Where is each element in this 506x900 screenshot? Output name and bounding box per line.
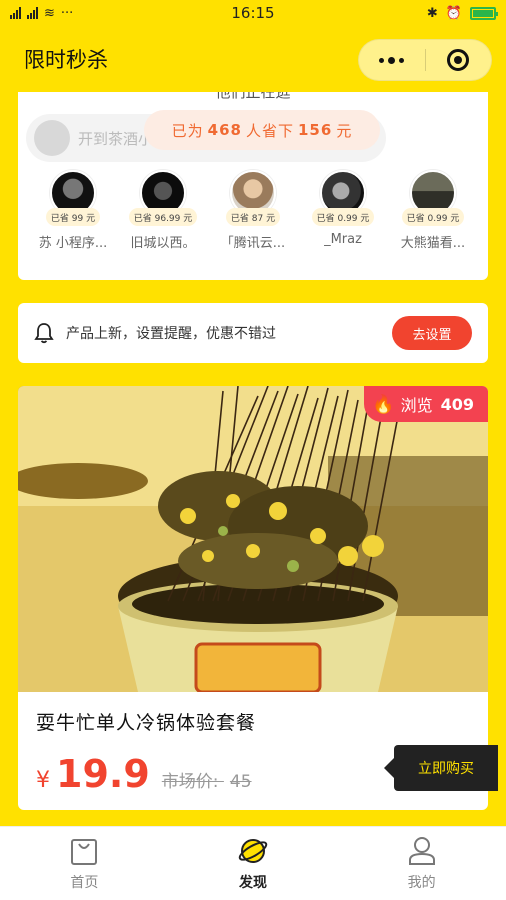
views-label: 浏览 bbox=[400, 396, 433, 415]
tab-label: 我的 bbox=[407, 874, 436, 891]
tab-discover[interactable]: 发现 bbox=[169, 827, 338, 900]
user-name: 旧城以西。 bbox=[130, 236, 196, 251]
mini-program-capsule bbox=[358, 39, 492, 81]
user-savings-badge: 已省 96.99 元 bbox=[128, 208, 198, 226]
bluetooth-icon: ✱ bbox=[426, 5, 438, 21]
status-right: ✱ ⏰ bbox=[316, 5, 498, 21]
planet-icon bbox=[238, 838, 268, 863]
user-savings-badge: 已省 0.99 元 bbox=[401, 208, 465, 226]
status-time: 16:15 bbox=[231, 4, 275, 22]
tab-label: 发现 bbox=[239, 874, 267, 891]
more-dots-icon bbox=[379, 56, 405, 64]
market-price: 市场价: 45 bbox=[162, 767, 252, 792]
more-status-icon: ··· bbox=[60, 5, 74, 21]
bag-icon bbox=[71, 838, 98, 865]
fire-icon: 🔥 bbox=[372, 393, 395, 415]
tab-mine[interactable]: 我的 bbox=[337, 827, 506, 900]
users-row: 已省 99 元 苏 小程序... 已省 96.99 元 旧城以西。 已省 87 … bbox=[28, 170, 478, 251]
price-row: ¥ 19.9 市场价: 45 bbox=[36, 752, 252, 796]
user-savings-badge: 已省 99 元 bbox=[45, 208, 101, 226]
savings-count: 468 bbox=[207, 121, 242, 139]
savings-prefix: 已为 bbox=[171, 121, 204, 140]
ticker-avatar bbox=[34, 120, 70, 156]
user-item[interactable]: 已省 96.99 元 旧城以西。 bbox=[118, 170, 208, 251]
market-price-label: 市场价: bbox=[161, 772, 219, 792]
close-mini-program-button[interactable] bbox=[426, 40, 492, 80]
set-reminder-button[interactable]: 去设置 bbox=[392, 316, 472, 350]
product-image[interactable]: 🔥 浏览 409 bbox=[18, 386, 488, 692]
user-icon bbox=[408, 836, 435, 865]
nav-bar: 限时秒杀 bbox=[0, 26, 506, 92]
bell-icon bbox=[34, 323, 54, 344]
user-name: 苏 小程序... bbox=[38, 236, 108, 251]
tab-home[interactable]: 首页 bbox=[0, 827, 169, 900]
section-heading: 他们正在逛 bbox=[215, 92, 291, 101]
user-item[interactable]: 已省 0.99 元 _Mraz bbox=[298, 170, 388, 251]
battery-icon bbox=[470, 6, 498, 20]
user-item[interactable]: 已省 0.99 元 大熊猫看... bbox=[388, 170, 478, 251]
signal-icon bbox=[10, 7, 21, 19]
wifi-icon: ≋ bbox=[44, 5, 55, 21]
price-value: 19.9 bbox=[56, 752, 150, 796]
user-savings-badge: 已省 87 元 bbox=[225, 208, 281, 226]
user-name: 大熊猫看... bbox=[400, 236, 466, 251]
savings-summary: 已为 468 人省下 156 元 bbox=[144, 110, 380, 150]
savings-amount: 156 bbox=[298, 121, 333, 139]
price-currency: ¥ bbox=[36, 768, 50, 793]
reminder-text: 产品上新，设置提醒，优惠不错过 bbox=[66, 326, 276, 342]
tab-bar: 首页 发现 我的 bbox=[0, 826, 506, 900]
hotpot-illustration bbox=[18, 386, 488, 692]
status-left: ≋ ··· bbox=[10, 6, 190, 21]
savings-suffix: 元 bbox=[336, 121, 353, 140]
market-price-value: 45 bbox=[229, 772, 252, 792]
tab-label: 首页 bbox=[70, 874, 99, 891]
target-close-icon bbox=[447, 49, 470, 71]
user-savings-badge: 已省 0.99 元 bbox=[311, 208, 375, 226]
views-badge: 🔥 浏览 409 bbox=[364, 386, 488, 422]
user-name: _Mraz bbox=[324, 232, 362, 247]
user-name: 「腾讯云... bbox=[220, 236, 286, 251]
buy-now-button[interactable]: 立即购买 bbox=[384, 745, 498, 791]
product-title[interactable]: 耍牛忙单人冷锅体验套餐 bbox=[36, 708, 256, 735]
user-item[interactable]: 已省 99 元 苏 小程序... bbox=[28, 170, 118, 251]
more-menu-button[interactable] bbox=[359, 40, 425, 80]
views-count: 409 bbox=[440, 394, 474, 414]
savings-middle: 人省下 bbox=[245, 121, 294, 140]
recent-users-card: 他们正在逛 开到茶酒小... 已为 468 人省下 156 元 已省 99 元 … bbox=[18, 92, 488, 280]
reminder-card: 产品上新，设置提醒，优惠不错过 去设置 bbox=[18, 303, 488, 363]
status-bar: ≋ ··· 16:15 ✱ ⏰ bbox=[0, 0, 506, 26]
page-title: 限时秒杀 bbox=[24, 48, 108, 72]
alarm-icon: ⏰ bbox=[445, 5, 462, 21]
signal-icon-2 bbox=[27, 7, 38, 19]
user-item[interactable]: 已省 87 元 「腾讯云... bbox=[208, 170, 298, 251]
